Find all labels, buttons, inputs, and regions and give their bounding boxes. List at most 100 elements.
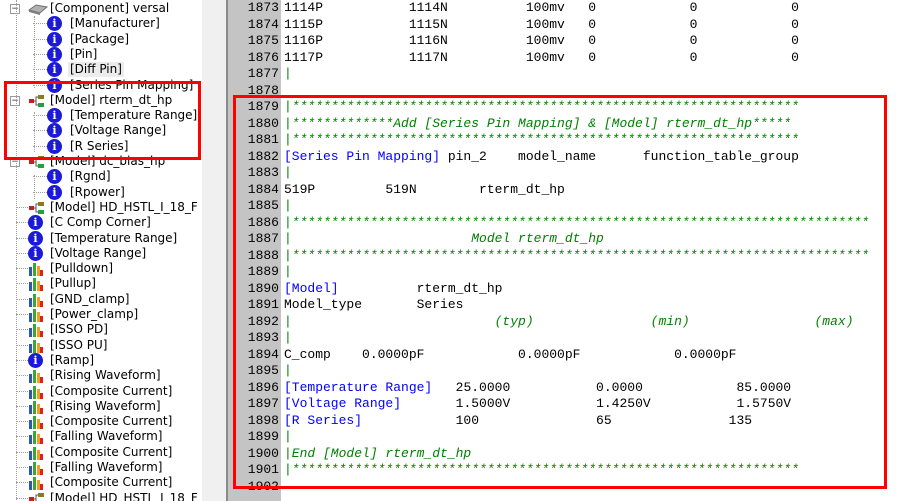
code-line[interactable]: 1877 | — [228, 66, 906, 83]
line-number: 1895 — [247, 363, 279, 378]
chart-icon — [28, 261, 44, 277]
code-line[interactable]: 1900 |End [Model] rterm_dt_hp — [228, 446, 906, 463]
tree-item[interactable]: [Composite Current] — [0, 475, 202, 491]
tree-item[interactable]: i [Voltage Range] — [0, 123, 202, 139]
tree-connector — [33, 38, 47, 40]
tree-item[interactable]: i [Ramp] — [0, 352, 202, 368]
tree-item[interactable]: − [Model] rterm_dt_hp — [0, 93, 202, 108]
component-chip-icon — [27, 1, 49, 16]
tree-item[interactable]: i [Rpower] — [0, 184, 202, 200]
line-text: | — [284, 429, 292, 446]
code-line[interactable]: 1894 C_comp 0.0000pF 0.0000pF 0.0000pF — [228, 347, 906, 364]
tree-item[interactable]: i [Rgnd] — [0, 169, 202, 185]
code-line[interactable]: 1891 Model_type Series — [228, 297, 906, 314]
code-editor[interactable]: 1873 1114P 1114N 100mv 0 0 0 1874 1115P 111… — [228, 0, 906, 501]
tree-item[interactable]: i [Package] — [0, 31, 202, 47]
code-line[interactable]: 1887 | Model rterm_dt_hp — [228, 231, 906, 248]
tree-item[interactable]: i [Pin] — [0, 46, 202, 62]
code-line[interactable]: 1881 |***********************************… — [228, 132, 906, 149]
tree-item[interactable]: [Composite Current] — [0, 384, 202, 399]
tree-item[interactable]: [Falling Waveform] — [0, 460, 202, 475]
tree-item[interactable]: i [R Series] — [0, 138, 202, 154]
tree-connector — [33, 23, 47, 25]
tree-item[interactable]: [ISSO PU] — [0, 338, 202, 353]
code-line[interactable]: 1882 [Series Pin Mapping] pin_2 model_nam… — [228, 149, 906, 166]
tree-item[interactable]: [Pullup] — [0, 276, 202, 292]
tree-item[interactable]: i [Temperature Range] — [0, 230, 202, 246]
tree-item[interactable]: [Falling Waveform] — [0, 429, 202, 445]
tree-item[interactable]: [ISSO PD] — [0, 322, 202, 338]
tree-item[interactable]: [Composite Current] — [0, 445, 202, 460]
code-line[interactable]: 1901 |***********************************… — [228, 462, 906, 479]
code-line[interactable]: 1896 [Temperature Range] 25.0000 0.0000 8… — [228, 380, 906, 397]
code-line[interactable]: 1880 |*************Add [Series Pin Mappin… — [228, 116, 906, 133]
line-number: 1896 — [247, 379, 279, 395]
tree-item-label: [R Series] — [70, 138, 129, 153]
info-icon: i — [47, 62, 62, 78]
tree-item[interactable]: [Model] HD_HSTL_I_18_F — [0, 491, 202, 501]
line-number: 1893 — [247, 330, 279, 345]
code-line[interactable]: 1878 — [228, 83, 906, 100]
code-line[interactable]: 1874 1115P 1115N 100mv 0 0 0 — [228, 17, 906, 34]
chart-icon — [28, 429, 44, 445]
tree-scrollbar[interactable] — [202, 0, 227, 501]
tree-item[interactable]: i [Series Pin Mapping] — [0, 77, 202, 93]
tree-item[interactable]: i [Diff Pin] — [0, 62, 202, 78]
code-line[interactable]: 1902 — [228, 479, 906, 496]
tree-item[interactable]: [Pulldown] — [0, 261, 202, 277]
tree-item[interactable]: − [Component] versal — [0, 1, 202, 16]
code-line[interactable]: 1888 |***********************************… — [228, 248, 906, 265]
line-number: 1902 — [247, 478, 279, 494]
tree-connector — [16, 467, 28, 468]
collapse-toggle[interactable]: − — [10, 95, 20, 106]
code-line[interactable]: 1886 |***********************************… — [228, 215, 906, 232]
tree-item[interactable]: − [Model] dc_bias_hp — [0, 154, 202, 169]
line-text: |End [Model] rterm_dt_hp — [284, 446, 471, 463]
chart-icon — [28, 292, 44, 307]
code-line[interactable]: 1893 | — [228, 330, 906, 347]
collapse-toggle[interactable]: − — [10, 4, 20, 14]
code-line[interactable]: 1890 [Model] rterm_dt_hp — [228, 281, 906, 298]
line-text: 519P 519N rterm_dt_hp — [284, 182, 565, 199]
tree-item[interactable]: [Power_clamp] — [0, 307, 202, 322]
tree-connector — [16, 405, 28, 407]
code-line[interactable]: 1879 |***********************************… — [228, 99, 906, 116]
tree-item-label: [Manufacturer] — [70, 16, 160, 31]
code-line[interactable]: 1873 1114P 1114N 100mv 0 0 0 — [228, 0, 906, 17]
code-line[interactable]: 1898 [R Series] 100 65 135 — [228, 413, 906, 430]
tree-item[interactable]: i [C Comp Corner] — [0, 215, 202, 231]
line-number: 1892 — [247, 313, 279, 329]
tree-connector — [16, 268, 28, 270]
tree-item[interactable]: i [Manufacturer] — [0, 16, 202, 32]
collapse-toggle[interactable]: − — [10, 157, 20, 167]
code-line[interactable]: 1875 1116P 1116N 100mv 0 0 0 — [228, 33, 906, 50]
keyword-token: [Model] — [284, 280, 339, 296]
code-line[interactable]: 1897 [Voltage Range] 1.5000V 1.4250V 1.57… — [228, 396, 906, 413]
text-token: 25.0000 0.0000 85.0000 — [432, 379, 792, 395]
tree-item[interactable]: i [Temperature Range] — [0, 108, 202, 124]
ibis-tree-view[interactable]: − [Component] versal i [Manufacturer] i [Pack… — [0, 0, 202, 501]
tree-item[interactable]: [Rising Waveform] — [0, 399, 202, 414]
code-line[interactable]: 1895 | — [228, 363, 906, 380]
tree-connector — [34, 175, 35, 199]
tree-item[interactable]: [Composite Current] — [0, 414, 202, 430]
code-line[interactable]: 1899 | — [228, 429, 906, 446]
tree-item[interactable]: i [Voltage Range] — [0, 245, 202, 261]
text-token: 1.5000V 1.4250V 1.5750V — [401, 396, 792, 411]
tree-item-label: [Rpower] — [70, 184, 125, 199]
tree-connector — [16, 359, 28, 361]
tree-item[interactable]: [GND_clamp] — [0, 292, 202, 307]
code-line[interactable]: 1883 | — [228, 165, 906, 182]
tree-item[interactable]: [Rising Waveform] — [0, 368, 202, 384]
code-line[interactable]: 1884 519P 519N rterm_dt_hp — [228, 182, 906, 199]
tree-item[interactable]: [Model] HD_HSTL_I_18_F — [0, 200, 202, 215]
tree-item-label: [Rising Waveform] — [50, 398, 161, 413]
code-line[interactable]: 1876 1117P 1117N 100mv 0 0 0 — [228, 50, 906, 67]
tree-connector — [33, 53, 47, 55]
code-line[interactable]: 1889 | — [228, 264, 906, 281]
code-line[interactable]: 1892 | (typ) (min) (max) — [228, 314, 906, 331]
line-text: [Voltage Range] 1.5000V 1.4250V 1.5750V — [284, 396, 791, 413]
code-line[interactable]: 1885 | — [228, 198, 906, 215]
tree-item-label: [Model] dc_bias_hp — [50, 154, 166, 168]
info-icon: i — [47, 123, 62, 139]
